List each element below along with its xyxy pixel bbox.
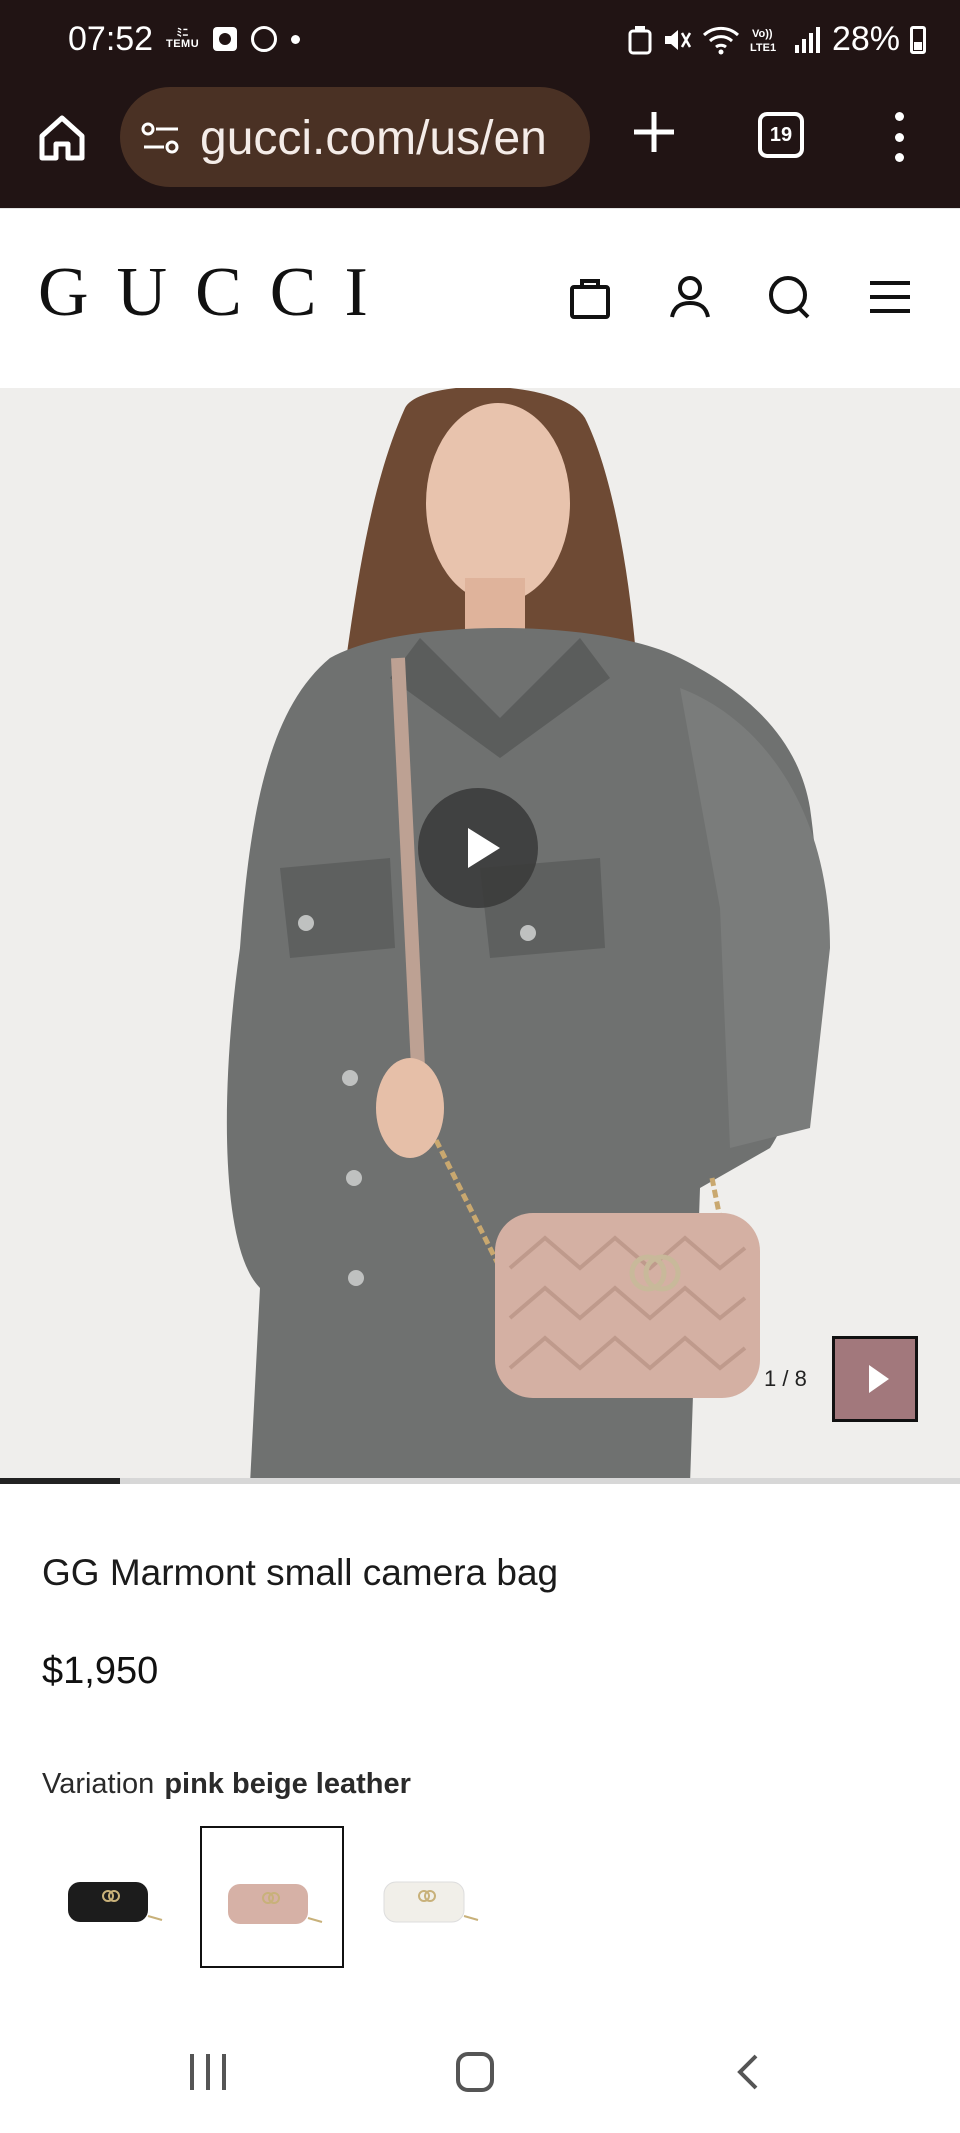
status-notification-icons: ﾐﾆ TEMU — [166, 26, 301, 52]
more-menu-icon[interactable] — [890, 112, 908, 162]
system-home-icon[interactable] — [456, 2052, 494, 2092]
battery-icon — [910, 25, 926, 54]
new-tab-plus-icon[interactable] — [628, 106, 680, 158]
carousel-progress-track — [0, 1478, 960, 1484]
status-system-icons: Vo)) LTE1 28% — [628, 20, 926, 59]
carousel-progress-fill — [0, 1478, 120, 1484]
app-notification-icon — [213, 27, 238, 51]
site-header: GUCCI — [0, 208, 960, 388]
home-icon[interactable] — [34, 110, 90, 166]
menu-icon[interactable] — [866, 273, 914, 321]
video-thumbnail-button[interactable] — [832, 1336, 918, 1422]
play-video-button[interactable] — [418, 788, 538, 908]
svg-text:Vo)): Vo)) — [752, 28, 773, 40]
bag-white-image — [383, 1881, 479, 1923]
product-photo — [0, 388, 960, 1484]
recent-apps-icon[interactable] — [190, 2054, 226, 2090]
system-navigation-bar — [0, 2010, 960, 2133]
bag-black-image — [68, 1882, 163, 1922]
search-icon[interactable] — [766, 273, 814, 321]
mute-icon — [664, 29, 692, 50]
volte-icon: Vo)) LTE1 — [750, 28, 776, 54]
product-price: $1,950 — [42, 1650, 159, 1692]
gucci-logo[interactable]: GUCCI — [38, 253, 396, 333]
variation-swatch-black[interactable] — [42, 1826, 186, 1968]
status-time: 07:52 — [68, 20, 154, 58]
variation-row: Variation pink beige leather — [42, 1768, 411, 1801]
temu-notification-icon: ﾐﾆ TEMU — [166, 27, 200, 50]
variation-value: pink beige leather — [164, 1768, 411, 1800]
site-settings-icon[interactable] — [140, 121, 182, 155]
account-icon[interactable] — [666, 273, 714, 321]
sync-notification-icon — [251, 26, 278, 52]
browser-chrome: 07:52 ﾐﾆ TEMU Vo)) LTE1 28% gucci.com/us/e… — [0, 0, 960, 208]
shopping-bag-icon[interactable] — [566, 273, 614, 321]
more-notifications-dot-icon — [291, 34, 301, 44]
product-image-carousel[interactable]: 1 / 8 — [0, 388, 960, 1484]
svg-text:LTE1: LTE1 — [750, 42, 776, 54]
wifi-icon — [702, 26, 739, 54]
bag-pink-beige-image — [228, 1884, 323, 1924]
variation-swatch-pink-beige[interactable] — [200, 1826, 344, 1968]
battery-percent: 28% — [831, 20, 900, 58]
back-icon[interactable] — [736, 2054, 760, 2090]
variation-swatch-white[interactable] — [358, 1826, 502, 1968]
image-counter: 1 / 8 — [764, 1366, 807, 1391]
url-text[interactable]: gucci.com/us/en — [200, 111, 590, 166]
tabs-button[interactable]: 19 — [758, 112, 804, 158]
address-bar[interactable]: gucci.com/us/en — [120, 87, 590, 187]
signal-icon — [794, 26, 820, 53]
alarm-icon — [628, 25, 652, 54]
product-title: GG Marmont small camera bag — [42, 1552, 559, 1593]
status-bar: 07:52 ﾐﾆ TEMU Vo)) LTE1 28% — [0, 0, 960, 84]
variation-label: Variation — [42, 1768, 155, 1800]
browser-toolbar: gucci.com/us/en 19 — [0, 84, 960, 208]
